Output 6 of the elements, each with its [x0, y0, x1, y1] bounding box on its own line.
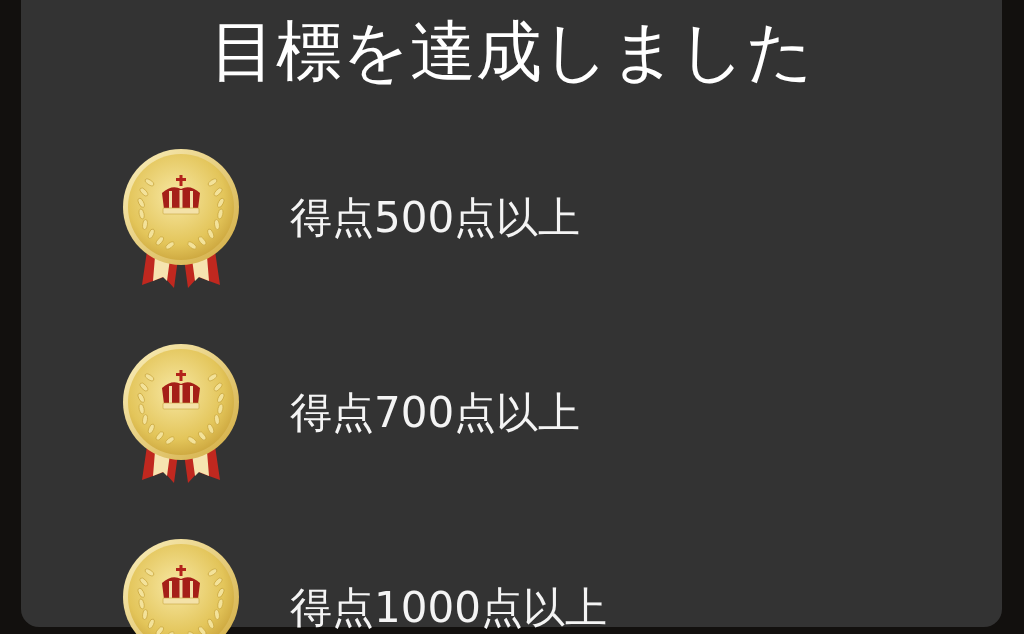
goal-label: 得点500点以上: [290, 194, 581, 242]
goal-label: 得点1000点以上: [290, 584, 607, 632]
medal-icon: [122, 148, 240, 290]
medal-icon: [122, 343, 240, 485]
goal-label: 得点700点以上: [290, 389, 581, 437]
dialog-title: 目標を達成しました: [208, 19, 815, 85]
